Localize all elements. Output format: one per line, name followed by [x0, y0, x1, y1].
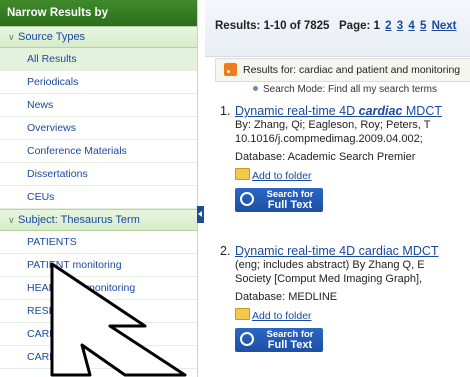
result-title-link[interactable]: Dynamic real-time 4D cardiac MDCT	[235, 244, 470, 258]
result-number: 2.	[220, 244, 231, 258]
result-item: 1. Dynamic real-time 4D cardiac MDCT By:…	[220, 104, 470, 215]
folder-icon	[235, 168, 250, 180]
search-full-text-button[interactable]: Search for Full Text	[235, 328, 323, 352]
sidebar-item-cardiac-1[interactable]: CARDIAC	[0, 323, 197, 346]
subject-thesaurus-label: Subject: Thesaurus Term	[18, 214, 140, 226]
result-authors: By: Zhang, Qi; Eagleson, Roy; Peters, T	[235, 119, 431, 131]
highlighted-term: cardiac	[358, 104, 403, 118]
search-icon	[240, 192, 254, 206]
sidebar-item-patients[interactable]: PATIENTS	[0, 231, 197, 254]
result-database: Database: Academic Search Premier	[235, 151, 416, 163]
results-for-text: Results for: cardiac and patient and mon…	[243, 64, 461, 76]
result-source: Society [Comput Med Imaging Graph],	[235, 273, 423, 285]
collapse-sidebar-button[interactable]	[197, 206, 204, 223]
search-full-text-button[interactable]: Search for Full Text	[235, 188, 323, 212]
subject-thesaurus-header[interactable]: ∨ Subject: Thesaurus Term	[0, 209, 197, 231]
results-header-bar: Results: 1-10 of 7825 Page: 1 2 3 4 5 Ne…	[205, 0, 470, 57]
next-page-link[interactable]: Next	[432, 20, 457, 32]
sidebar-item-ceus[interactable]: CEUs	[0, 186, 197, 209]
source-types-label: Source Types	[18, 31, 86, 43]
sidebar-item-periodicals[interactable]: Periodicals	[0, 71, 197, 94]
sidebar-item-patient-monitoring[interactable]: PATIENT monitoring	[0, 254, 197, 277]
sidebar-item-conference-materials[interactable]: Conference Materials	[0, 140, 197, 163]
add-to-folder[interactable]: Add to folder	[235, 308, 470, 322]
add-to-folder-link[interactable]: Add to folder	[252, 170, 312, 182]
page-link-2[interactable]: 2	[385, 20, 391, 32]
sidebar-item-research[interactable]: RESEA	[0, 300, 197, 323]
sidebar-title: Narrow Results by	[0, 0, 197, 26]
page-link-5[interactable]: 5	[420, 20, 426, 32]
result-database: Database: MEDLINE	[235, 291, 338, 303]
result-authors: (eng; includes abstract) By Zhang Q, E	[235, 259, 425, 271]
results-for-bar: Results for: cardiac and patient and mon…	[215, 58, 470, 82]
source-types-header[interactable]: ∨ Source Types	[0, 26, 197, 48]
result-title-link[interactable]: Dynamic real-time 4D cardiac MDCT	[235, 104, 470, 118]
folder-icon	[235, 308, 250, 320]
sidebar-item-all-results[interactable]: All Results	[0, 48, 197, 71]
search-mode-text: Search Mode: Find all my search terms	[263, 84, 437, 95]
add-to-folder[interactable]: Add to folder	[235, 168, 470, 182]
page-label: Page: 1	[339, 20, 380, 32]
results-panel: Results: 1-10 of 7825 Page: 1 2 3 4 5 Ne…	[205, 0, 470, 377]
result-doi: 10.1016/j.compmedimag.2009.04.002;	[235, 133, 423, 145]
page-link-3[interactable]: 3	[397, 20, 403, 32]
page-link-4[interactable]: 4	[408, 20, 414, 32]
sidebar-item-dissertations[interactable]: Dissertations	[0, 163, 197, 186]
narrow-results-sidebar: Narrow Results by ∨ Source Types All Resu…	[0, 0, 198, 377]
search-icon	[240, 332, 254, 346]
bullet-icon	[253, 86, 258, 91]
add-to-folder-link[interactable]: Add to folder	[252, 310, 312, 322]
chevron-down-icon: ∨	[8, 215, 15, 225]
sidebar-item-cardiac-2[interactable]: CARDIAC	[0, 346, 197, 369]
chevron-down-icon: ∨	[8, 32, 15, 42]
search-mode: Search Mode: Find all my search terms	[253, 84, 437, 95]
result-item: 2. Dynamic real-time 4D cardiac MDCT (en…	[220, 244, 470, 355]
rss-icon[interactable]	[224, 63, 237, 76]
sidebar-item-overviews[interactable]: Overviews	[0, 117, 197, 140]
sidebar-item-news[interactable]: News	[0, 94, 197, 117]
results-count: Results: 1-10 of 7825	[215, 20, 330, 32]
results-pagination: Results: 1-10 of 7825 Page: 1 2 3 4 5 Ne…	[215, 20, 457, 32]
sidebar-item-heart-rate-monitoring[interactable]: HEART rate monitoring	[0, 277, 197, 300]
result-number: 1.	[220, 104, 231, 118]
